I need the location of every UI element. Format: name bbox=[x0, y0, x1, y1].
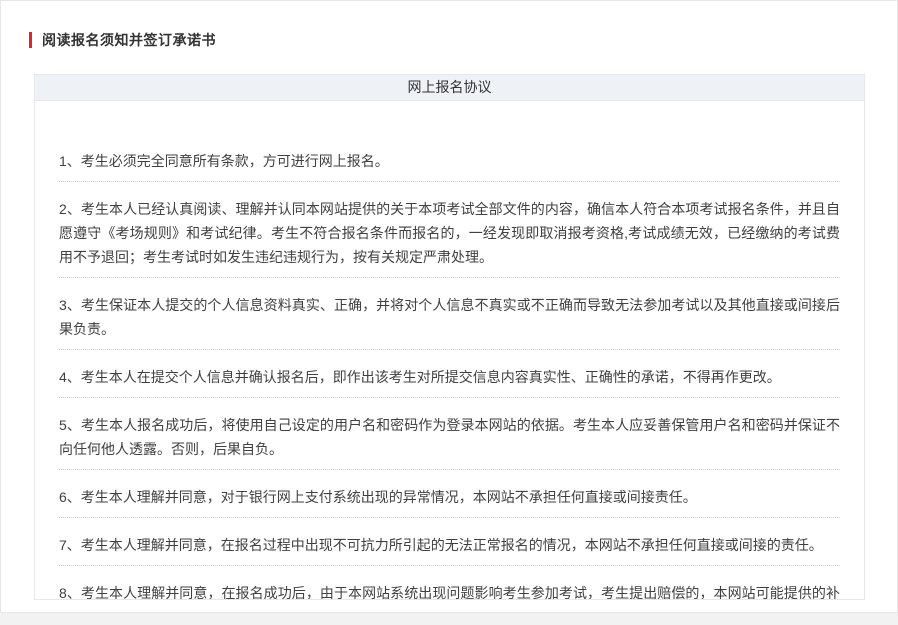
agreement-clause: 3、考生保证本人提交的个人信息资料真实、正确，并将对个人信息不真实或不正确而导致… bbox=[59, 293, 840, 350]
registration-notice-page: 阅读报名须知并签订承诺书 网上报名协议 1、考生必须完全同意所有条款，方可进行网… bbox=[0, 0, 898, 613]
agreement-title: 网上报名协议 bbox=[408, 79, 492, 95]
agreement-clause: 2、考生本人已经认真阅读、理解并认同本网站提供的关于本项考试全部文件的内容，确信… bbox=[59, 197, 840, 278]
agreement-clause: 4、考生本人在提交个人信息并确认报名后，即作出该考生对所提交信息内容真实性、正确… bbox=[59, 365, 840, 398]
agreement-header: 网上报名协议 bbox=[35, 75, 864, 101]
agreement-clause-list: 1、考生必须完全同意所有条款，方可进行网上报名。 2、考生本人已经认真阅读、理解… bbox=[35, 101, 864, 599]
page-title: 阅读报名须知并签订承诺书 bbox=[42, 30, 216, 50]
agreement-clause: 5、考生本人报名成功后，将使用自己设定的用户名和密码作为登录本网站的依据。考生本… bbox=[59, 413, 840, 470]
agreement-clause: 8、考生本人理解并同意，在报名成功后，由于本网站系统出现问题影响考生参加考试，考… bbox=[59, 581, 840, 599]
agreement-card: 网上报名协议 1、考生必须完全同意所有条款，方可进行网上报名。 2、考生本人已经… bbox=[34, 74, 865, 600]
section-title-accent-bar bbox=[29, 32, 32, 48]
agreement-clause: 1、考生必须完全同意所有条款，方可进行网上报名。 bbox=[59, 149, 840, 182]
section-title-row: 阅读报名须知并签订承诺书 bbox=[29, 30, 897, 50]
agreement-clause: 6、考生本人理解并同意，对于银行网上支付系统出现的异常情况，本网站不承担任何直接… bbox=[59, 485, 840, 518]
agreement-clause: 7、考生本人理解并同意，在报名过程中出现不可抗力所引起的无法正常报名的情况，本网… bbox=[59, 533, 840, 566]
